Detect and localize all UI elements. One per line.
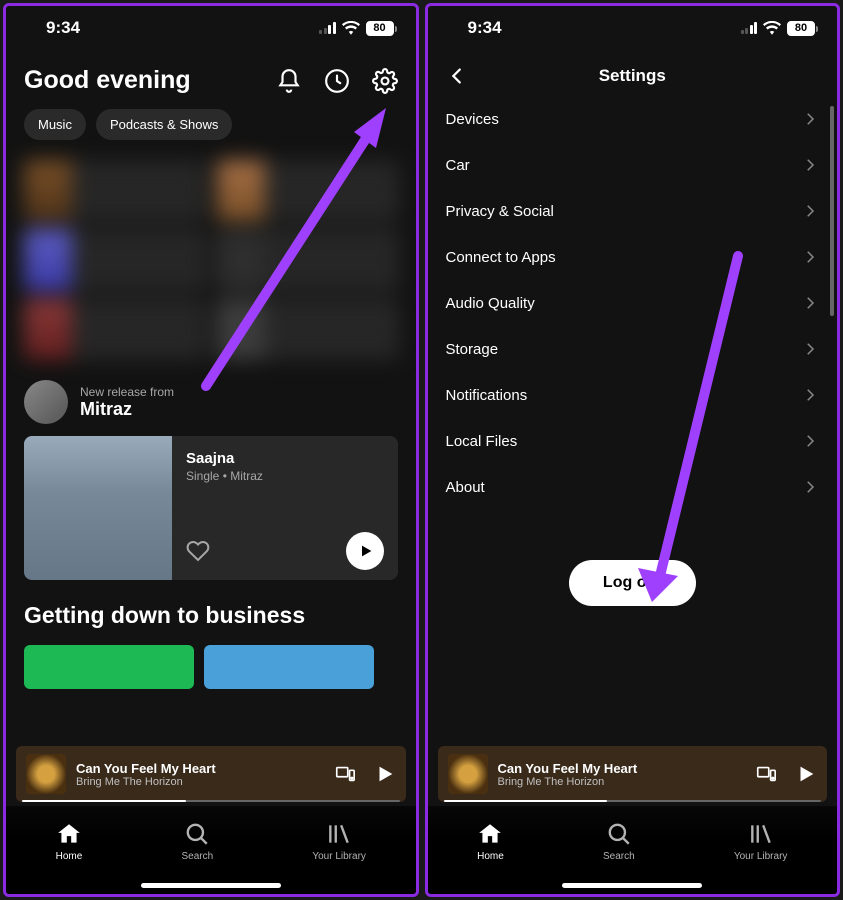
release-artist: Mitraz — [80, 399, 174, 420]
devices-icon[interactable] — [334, 763, 356, 785]
bell-icon[interactable] — [276, 68, 302, 94]
tab-search[interactable]: Search — [181, 821, 213, 862]
settings-row-car[interactable]: Car — [428, 142, 838, 188]
history-icon[interactable] — [324, 68, 350, 94]
tab-bar: Home Search Your Library — [6, 806, 416, 894]
wifi-icon — [763, 21, 781, 35]
np-art — [26, 754, 66, 794]
phone-settings: 9:34 80 Settings Devices Car Privacy & S… — [425, 3, 841, 897]
status-time: 9:34 — [468, 18, 502, 38]
status-bar: 9:34 80 — [6, 6, 416, 46]
tab-home[interactable]: Home — [56, 821, 83, 862]
release-card[interactable]: Saajna Single • Mitraz — [24, 436, 398, 580]
status-time: 9:34 — [46, 18, 80, 38]
scroll-indicator — [830, 106, 834, 316]
np-artist: Bring Me The Horizon — [498, 776, 746, 788]
new-release-header[interactable]: New release from Mitraz — [6, 366, 416, 432]
chip-music[interactable]: Music — [24, 109, 86, 140]
status-right: 80 — [319, 21, 394, 36]
battery-icon: 80 — [366, 21, 394, 36]
release-meta: Single • Mitraz — [186, 469, 384, 483]
filter-chips: Music Podcasts & Shows — [6, 109, 416, 154]
tab-library[interactable]: Your Library — [312, 821, 366, 862]
chevron-right-icon — [801, 248, 819, 266]
play-button[interactable] — [346, 532, 384, 570]
settings-row-about[interactable]: About — [428, 464, 838, 510]
chevron-right-icon — [801, 386, 819, 404]
tab-home[interactable]: Home — [477, 821, 504, 862]
tab-library[interactable]: Your Library — [734, 821, 788, 862]
release-track: Saajna — [186, 450, 384, 467]
chevron-right-icon — [801, 478, 819, 496]
signal-icon — [319, 22, 336, 34]
home-indicator — [141, 883, 281, 888]
mix-row[interactable] — [6, 635, 416, 689]
logout-button[interactable]: Log out — [569, 560, 696, 606]
now-playing-bar[interactable]: Can You Feel My Heart Bring Me The Horiz… — [16, 746, 406, 802]
settings-header: Settings — [428, 46, 838, 96]
chevron-right-icon — [801, 340, 819, 358]
signal-icon — [741, 22, 758, 34]
mix-card[interactable] — [204, 645, 374, 689]
settings-row-notifications[interactable]: Notifications — [428, 372, 838, 418]
play-icon[interactable] — [374, 763, 396, 785]
release-prefix: New release from — [80, 385, 174, 399]
release-art — [24, 436, 172, 580]
now-playing-bar[interactable]: Can You Feel My Heart Bring Me The Horiz… — [438, 746, 828, 802]
section-title: Getting down to business — [6, 596, 416, 635]
status-bar: 9:34 80 — [428, 6, 838, 46]
chevron-right-icon — [801, 110, 819, 128]
chevron-right-icon — [801, 202, 819, 220]
settings-row-storage[interactable]: Storage — [428, 326, 838, 372]
settings-list: Devices Car Privacy & Social Connect to … — [428, 96, 838, 606]
home-header: Good evening — [6, 46, 416, 109]
np-title: Can You Feel My Heart — [76, 761, 324, 776]
settings-row-devices[interactable]: Devices — [428, 96, 838, 142]
page-title: Good evening — [24, 66, 191, 95]
artist-avatar — [24, 380, 68, 424]
heart-icon[interactable] — [186, 539, 210, 563]
mix-card[interactable] — [24, 645, 194, 689]
gear-icon[interactable] — [372, 68, 398, 94]
phone-home: 9:34 80 Good evening Music Podcasts & Sh… — [3, 3, 419, 897]
np-art — [448, 754, 488, 794]
chevron-right-icon — [801, 432, 819, 450]
tab-search[interactable]: Search — [603, 821, 635, 862]
settings-title: Settings — [599, 66, 666, 86]
chevron-right-icon — [801, 294, 819, 312]
devices-icon[interactable] — [755, 763, 777, 785]
shortcut-grid[interactable] — [22, 160, 400, 360]
np-title: Can You Feel My Heart — [498, 761, 746, 776]
settings-row-localfiles[interactable]: Local Files — [428, 418, 838, 464]
settings-row-connect[interactable]: Connect to Apps — [428, 234, 838, 280]
settings-row-audio[interactable]: Audio Quality — [428, 280, 838, 326]
settings-row-privacy[interactable]: Privacy & Social — [428, 188, 838, 234]
play-icon[interactable] — [795, 763, 817, 785]
wifi-icon — [342, 21, 360, 35]
chip-podcasts[interactable]: Podcasts & Shows — [96, 109, 232, 140]
np-artist: Bring Me The Horizon — [76, 776, 324, 788]
back-button[interactable] — [446, 65, 468, 87]
chevron-right-icon — [801, 156, 819, 174]
battery-icon: 80 — [787, 21, 815, 36]
tab-bar: Home Search Your Library — [428, 806, 838, 894]
home-indicator — [562, 883, 702, 888]
